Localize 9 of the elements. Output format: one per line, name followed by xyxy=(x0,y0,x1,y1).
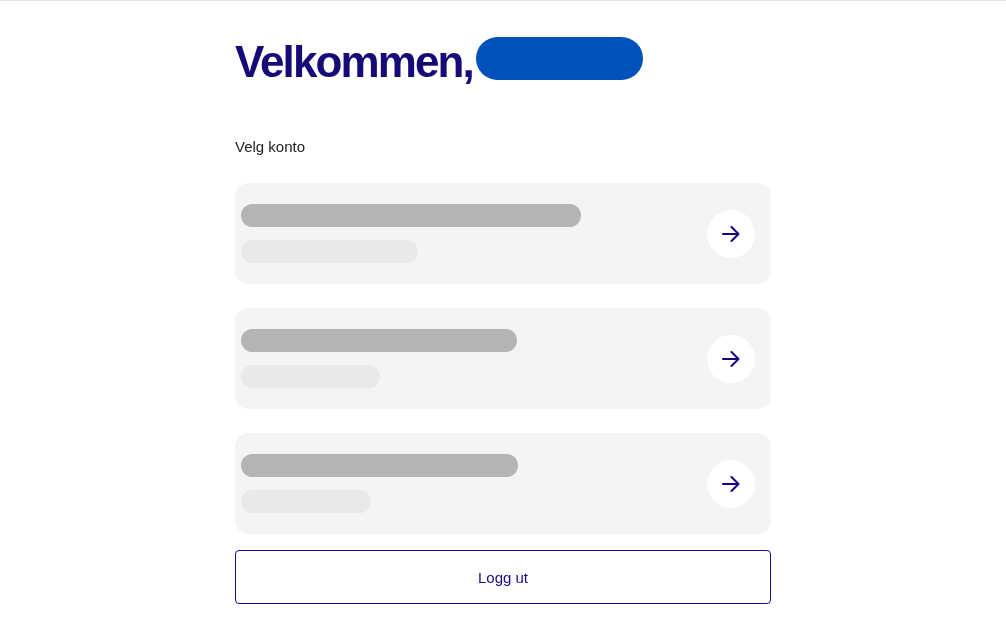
logout-button[interactable]: Logg ut xyxy=(235,550,771,604)
arrow-right-icon xyxy=(722,225,740,242)
next-button[interactable] xyxy=(707,459,755,508)
arrow-right-icon xyxy=(722,475,740,492)
arrow-right-icon xyxy=(722,350,740,367)
greeting-heading: Velkommen, xyxy=(235,36,473,88)
next-button[interactable] xyxy=(707,334,755,383)
next-button[interactable] xyxy=(707,209,755,258)
section-label: Velg konto xyxy=(235,138,307,156)
